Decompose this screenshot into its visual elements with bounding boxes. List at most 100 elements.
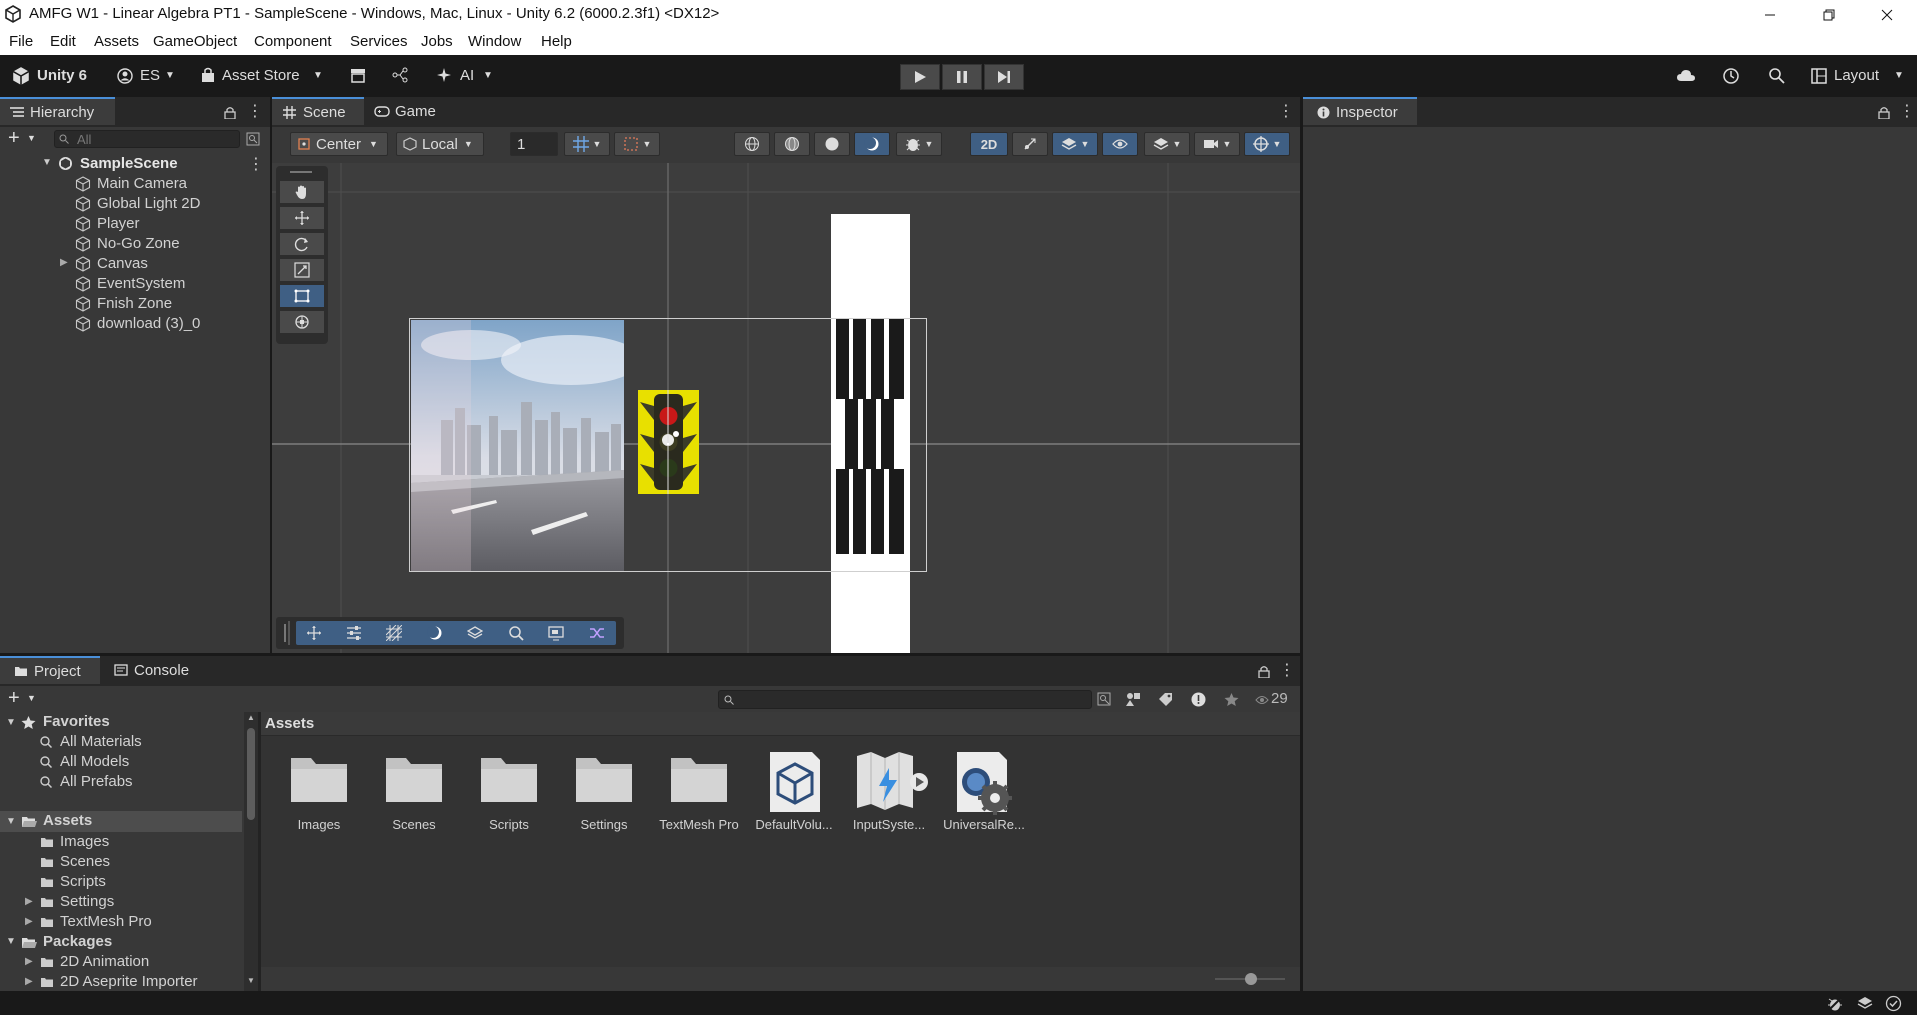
restore-button[interactable] <box>1806 0 1852 29</box>
lock-icon[interactable] <box>1878 106 1890 119</box>
grid-hatch-icon[interactable] <box>386 625 402 641</box>
hierarchy-item-canvas[interactable]: ▶ Canvas <box>0 254 270 274</box>
menu-file[interactable]: File <box>9 33 33 50</box>
sliders-icon[interactable] <box>346 625 362 641</box>
hierarchy-item-finish-zone[interactable]: Fnish Zone <box>0 294 270 314</box>
menu-gameobject[interactable]: GameObject <box>153 33 237 50</box>
scene-camera-dropdown[interactable]: ▼ <box>1194 132 1240 156</box>
search-filter-icon[interactable] <box>246 132 260 146</box>
add-button[interactable]: + <box>8 687 20 709</box>
asset-input-actions-item[interactable]: InputSyste... <box>843 752 935 832</box>
lock-icon[interactable] <box>224 106 236 119</box>
search-icon[interactable] <box>508 625 524 641</box>
asset-folder-item[interactable]: Images <box>273 752 365 832</box>
increment-snap-dropdown[interactable]: ▼ <box>614 132 660 156</box>
more-options-icon[interactable]: ⋮ <box>247 101 263 121</box>
shuffle-icon[interactable] <box>589 625 605 641</box>
scroll-up-icon[interactable]: ▲ <box>247 713 255 722</box>
hierarchy-search-input[interactable]: All <box>54 130 240 148</box>
more-options-icon[interactable]: ⋮ <box>1899 101 1915 121</box>
version-control-icon[interactable] <box>392 67 408 83</box>
rotate-tool-button[interactable] <box>280 233 324 255</box>
expand-arrow-icon[interactable]: ▶ <box>60 257 68 268</box>
lock-icon[interactable] <box>1258 665 1270 678</box>
check-circle-icon[interactable] <box>1885 995 1902 1012</box>
asset-render-pipeline-item[interactable]: UniversalRe... <box>938 752 1030 832</box>
gizmos-dropdown[interactable]: ▼ <box>1244 132 1290 156</box>
menu-component[interactable]: Component <box>254 33 332 50</box>
cloud-icon[interactable] <box>1676 68 1696 84</box>
favorite-item[interactable]: All Materials <box>0 732 240 752</box>
favorite-item[interactable]: All Prefabs <box>0 772 240 792</box>
asset-folder-item[interactable]: Settings <box>558 752 650 832</box>
project-search-input[interactable] <box>718 690 1092 709</box>
debug-draw-dropdown[interactable]: ▼ <box>896 132 942 156</box>
play-button[interactable] <box>900 64 940 90</box>
unity-version-label[interactable]: Unity 6 <box>37 67 87 84</box>
icon-size-slider-thumb[interactable] <box>1245 973 1257 985</box>
more-options-icon[interactable]: ⋮ <box>248 154 264 174</box>
package-manager-icon[interactable] <box>350 68 366 83</box>
tree-item-package[interactable]: ▶ 2D Aseprite Importer <box>0 972 240 991</box>
scroll-down-icon[interactable]: ▼ <box>247 976 255 985</box>
menu-window[interactable]: Window <box>468 33 521 50</box>
draw-mode-unlit-button[interactable] <box>854 132 890 156</box>
move-icon[interactable] <box>306 625 322 641</box>
grid-snap-dropdown[interactable]: ▼ <box>564 132 610 156</box>
layers-icon[interactable] <box>467 625 483 641</box>
menu-help[interactable]: Help <box>541 33 572 50</box>
tree-item-folder[interactable]: Scenes <box>0 852 240 872</box>
tree-item-packages[interactable]: ▼ Packages <box>0 932 240 952</box>
transform-tool-button[interactable] <box>280 311 324 333</box>
menu-assets[interactable]: Assets <box>94 33 139 50</box>
filter-by-type-icon[interactable] <box>1126 692 1142 707</box>
expand-arrow-icon[interactable]: ▶ <box>25 896 33 907</box>
expand-arrow-icon[interactable]: ▼ <box>6 717 16 728</box>
tree-item-folder[interactable]: Images <box>0 832 240 852</box>
ai-dropdown[interactable]: AI <box>460 67 474 84</box>
tree-item-folder[interactable]: ▶ Settings <box>0 892 240 912</box>
move-tool-button[interactable] <box>280 207 324 229</box>
hierarchy-item-download[interactable]: download (3)_0 <box>0 314 270 334</box>
menu-edit[interactable]: Edit <box>50 33 76 50</box>
tab-scene[interactable]: Scene <box>272 97 364 125</box>
hierarchy-item-eventsystem[interactable]: EventSystem <box>0 274 270 294</box>
more-options-icon[interactable]: ⋮ <box>1278 101 1294 121</box>
star-icon[interactable] <box>1224 692 1239 707</box>
scene-viewport[interactable] <box>272 163 1300 653</box>
menu-jobs[interactable]: Jobs <box>421 33 453 50</box>
expand-arrow-icon[interactable]: ▶ <box>25 916 33 927</box>
draw-mode-wireframe-button[interactable] <box>734 132 770 156</box>
expand-arrow-icon[interactable]: ▼ <box>42 157 52 168</box>
expand-arrow-icon[interactable]: ▶ <box>25 956 33 967</box>
history-icon[interactable] <box>1722 67 1740 85</box>
palette-drag-handle[interactable] <box>290 171 312 173</box>
lighting-toggle[interactable] <box>1012 132 1048 156</box>
account-dropdown[interactable]: ES <box>140 67 160 84</box>
favorite-item[interactable]: All Models <box>0 752 240 772</box>
lighting-sphere-icon[interactable] <box>427 625 443 641</box>
hierarchy-item-no-go-zone[interactable]: No-Go Zone <box>0 234 270 254</box>
tree-scrollbar[interactable]: ▲ ▼ <box>244 712 258 991</box>
tag-icon[interactable] <box>1158 692 1173 707</box>
tab-project[interactable]: Project <box>0 656 100 684</box>
grid-size-input[interactable]: 1 <box>510 132 558 156</box>
debug-bug-icon[interactable] <box>1827 996 1843 1011</box>
tree-item-assets[interactable]: ▼ Assets <box>0 811 242 832</box>
scale-tool-button[interactable] <box>280 259 324 281</box>
draw-mode-shaded-button[interactable] <box>814 132 850 156</box>
hierarchy-item-global-light[interactable]: Global Light 2D <box>0 194 270 214</box>
tab-hierarchy[interactable]: Hierarchy <box>0 97 115 125</box>
hierarchy-item-main-camera[interactable]: Main Camera <box>0 174 270 194</box>
breadcrumb-assets[interactable]: Assets <box>265 715 314 732</box>
asset-folder-item[interactable]: Scripts <box>463 752 555 832</box>
tree-item-folder[interactable]: ▶ TextMesh Pro <box>0 912 240 932</box>
asset-volume-profile-item[interactable]: DefaultVolu... <box>748 752 840 832</box>
fx-toggle-dropdown[interactable]: ▼ <box>1052 132 1098 156</box>
asset-folder-item[interactable]: Scenes <box>368 752 460 832</box>
camera-preview-icon[interactable] <box>548 625 564 641</box>
search-icon[interactable] <box>1768 67 1785 84</box>
scrollbar-thumb[interactable] <box>247 728 255 820</box>
pivot-mode-dropdown[interactable]: Center ▼ <box>290 132 388 156</box>
add-button[interactable]: + <box>8 127 20 149</box>
